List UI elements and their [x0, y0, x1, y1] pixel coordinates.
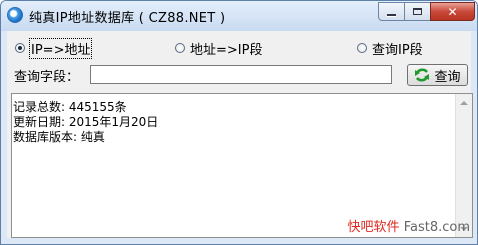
radio-unchecked-icon: [175, 43, 185, 53]
chevron-up-icon: [460, 100, 468, 105]
window-title: 纯真IP地址数据库 ( CZ88.NET ): [29, 11, 226, 26]
title-bar[interactable]: 纯真IP地址数据库 ( CZ88.NET ) ✕: [1, 1, 477, 31]
maximize-icon: [413, 8, 422, 15]
maximize-button[interactable]: [404, 2, 431, 21]
result-line-record-count: 记录总数: 445155条: [13, 100, 127, 114]
app-window: 纯真IP地址数据库 ( CZ88.NET ) ✕ IP=>地址 地址=>IP段 …: [0, 0, 478, 245]
query-field-label: 查询字段：: [14, 70, 80, 85]
query-button[interactable]: 查询: [407, 64, 468, 86]
scroll-up-button[interactable]: [456, 94, 472, 111]
watermark-site: Fast8.com: [403, 220, 470, 235]
watermark-brand: 快吧软件: [347, 220, 400, 235]
radio-label: 查询IP段: [372, 42, 423, 58]
result-text: 记录总数: 445155条 更新日期: 2015年1月20日 数据库版本: 纯真: [13, 100, 455, 145]
close-icon: ✕: [447, 4, 458, 19]
watermark: 快吧软件 Fast8.com: [348, 216, 470, 235]
radio-ip-to-address[interactable]: IP=>地址: [15, 37, 93, 59]
close-button[interactable]: ✕: [430, 2, 475, 21]
radio-label: IP=>地址: [28, 37, 93, 59]
query-input[interactable]: [90, 65, 392, 84]
minimize-icon: [387, 13, 396, 16]
query-button-label: 查询: [434, 69, 461, 85]
radio-label: 地址=>IP段: [190, 42, 263, 58]
minimize-button[interactable]: [378, 2, 405, 21]
result-line-db-version: 数据库版本: 纯真: [13, 130, 105, 144]
radio-address-to-ip-range[interactable]: 地址=>IP段: [175, 40, 263, 58]
client-area: IP=>地址 地址=>IP段 查询IP段 查询字段： 查询 记录总数: 4451…: [7, 31, 473, 238]
result-line-update-date: 更新日期: 2015年1月20日: [13, 115, 159, 129]
app-icon: [7, 7, 23, 23]
radio-unchecked-icon: [357, 43, 367, 53]
radio-checked-icon: [15, 43, 25, 53]
radio-query-ip-range[interactable]: 查询IP段: [357, 40, 423, 58]
refresh-icon: [414, 67, 430, 83]
